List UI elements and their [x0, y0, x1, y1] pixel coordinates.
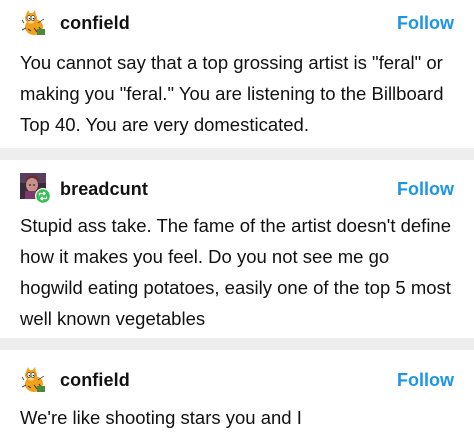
post: confield Follow You cannot say that a to…: [0, 0, 474, 150]
post: confield Follow We're like shooting star…: [0, 354, 474, 443]
post-text: You cannot say that a top grossing artis…: [20, 52, 444, 135]
post: breadcunt Follow Stupid ass take. The fa…: [0, 160, 474, 340]
username[interactable]: confield: [60, 370, 130, 391]
post-text: We're like shooting stars you and I: [20, 407, 302, 428]
post-separator: [0, 338, 474, 350]
post-text: Stupid ass take. The fame of the artist …: [20, 215, 452, 329]
garfield-avatar-icon[interactable]: [20, 366, 48, 394]
reblog-icon: [35, 188, 51, 204]
garfield-avatar-icon[interactable]: [20, 9, 48, 37]
username[interactable]: breadcunt: [60, 179, 148, 200]
follow-button[interactable]: Follow: [397, 13, 454, 34]
follow-button[interactable]: Follow: [397, 370, 454, 391]
post-header: confield Follow: [0, 6, 474, 40]
follow-button[interactable]: Follow: [397, 179, 454, 200]
post-feed: confield Follow You cannot say that a to…: [0, 0, 474, 443]
post-separator: [0, 148, 474, 160]
post-header: breadcunt Follow: [0, 172, 474, 206]
username[interactable]: confield: [60, 13, 130, 34]
post-header: confield Follow: [0, 363, 474, 397]
portrait-avatar-icon[interactable]: [20, 173, 52, 205]
